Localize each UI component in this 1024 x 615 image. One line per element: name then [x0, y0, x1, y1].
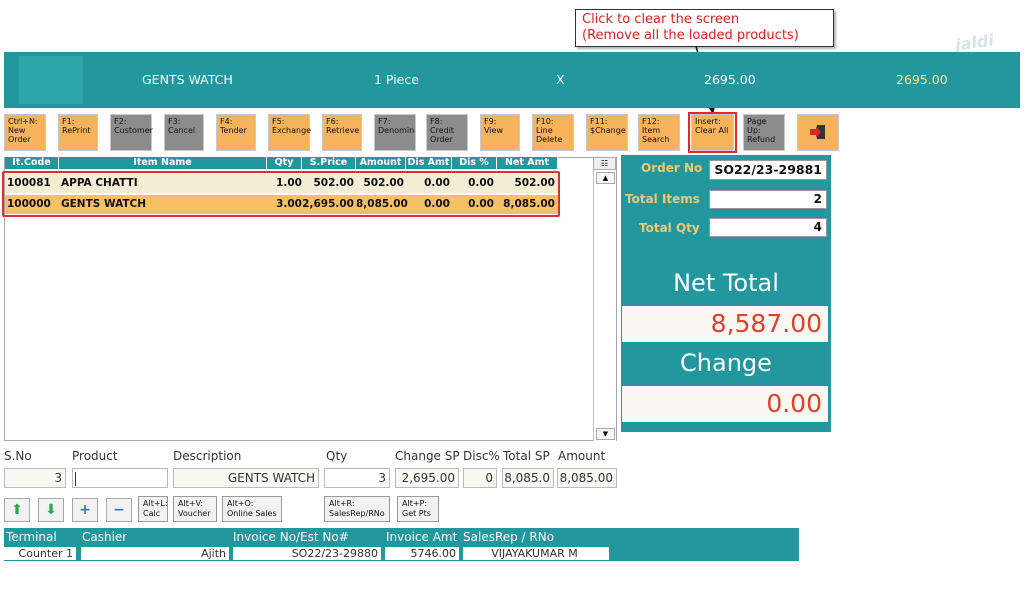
current-item-qty: 1 Piece: [374, 72, 419, 87]
terminal-value: Counter 1: [4, 547, 76, 560]
col-header-net-amt[interactable]: Net Amt: [497, 157, 558, 169]
total-items-value: 2: [709, 190, 827, 209]
disc-input[interactable]: 0: [463, 468, 497, 488]
current-item-bar: GENTS WATCH 1 Piece X 2695.00 2695.00: [4, 52, 1020, 108]
current-item-price: 2695.00: [704, 72, 756, 87]
customer-button[interactable]: F2: Customer: [110, 114, 153, 151]
grid-scrollbar[interactable]: ▲ ▼: [593, 170, 616, 441]
qty-label: Qty: [326, 449, 348, 463]
exit-button[interactable]: [797, 114, 839, 151]
total-qty-label: Total Qty: [639, 221, 700, 235]
change-button[interactable]: F11: $Change: [586, 114, 628, 151]
invoice-amt-value: 5746.00: [385, 547, 459, 560]
minus-icon[interactable]: −: [106, 498, 132, 522]
credit-order-button[interactable]: F8: Credit Order: [426, 114, 468, 151]
order-summary-panel: Order No SO22/23-29881 Total Items 2 Tot…: [621, 155, 831, 432]
callout-line-1: Click to clear the screen: [582, 12, 740, 27]
change-value: 0.00: [622, 386, 828, 422]
retrieve-button[interactable]: F6: Retrieve: [322, 114, 362, 151]
watermark-logo: jaldi: [953, 30, 995, 55]
order-no-label: Order No: [641, 161, 703, 175]
denomination-button[interactable]: F7: Denomina: [374, 114, 416, 151]
get-points-button[interactable]: Alt+P: Get Pts: [397, 496, 439, 522]
new-order-button[interactable]: Ctrl+N: New Order: [4, 114, 46, 151]
net-total-value: 8,587.00: [622, 306, 828, 342]
col-header-sprice[interactable]: S.Price: [302, 157, 356, 169]
line-delete-button[interactable]: F10: Line Delete: [532, 114, 574, 151]
amount-field[interactable]: 8,085.00: [557, 468, 617, 488]
move-up-icon[interactable]: ⬆: [4, 498, 30, 522]
multiply-sign: X: [556, 72, 565, 87]
total-sp-label: Total SP: [503, 449, 550, 463]
sno-field[interactable]: 3: [4, 468, 66, 488]
col-header-dis-pct[interactable]: Dis %: [452, 157, 497, 169]
disc-label: Disc%: [463, 449, 500, 463]
reprint-button[interactable]: F1: RePrint: [58, 114, 98, 151]
scroll-down-icon[interactable]: ▼: [596, 428, 615, 440]
product-image: [19, 56, 83, 104]
invoice-no-value: SO22/23-29880: [233, 547, 381, 560]
total-sp-field[interactable]: 8,085.0: [502, 468, 554, 488]
grid-header: It.Code Item Name Qty S.Price Amount Dis…: [5, 157, 558, 169]
col-header-dis-amt[interactable]: Dis Amt: [406, 157, 452, 169]
col-header-qty[interactable]: Qty: [267, 157, 302, 169]
view-button[interactable]: F9: View: [480, 114, 520, 151]
status-bar: Terminal Cashier Invoice No/Est No# Invo…: [4, 528, 799, 561]
exchange-button[interactable]: F5: Exchange: [268, 114, 311, 151]
calc-button[interactable]: Alt+L: Calc: [138, 496, 168, 522]
scroll-up-icon[interactable]: ▲: [596, 172, 615, 184]
description-label: Description: [173, 449, 242, 463]
item-search-button[interactable]: F12: Item Search: [638, 114, 680, 151]
change-sp-input[interactable]: 2,695.00: [395, 468, 459, 488]
change-label: Change: [680, 349, 772, 377]
col-header-amount[interactable]: Amount: [356, 157, 406, 169]
current-item-total: 2695.00: [896, 72, 948, 87]
invoice-amt-label: Invoice Amt: [386, 530, 458, 544]
qty-input[interactable]: 3: [324, 468, 390, 488]
terminal-label: Terminal: [6, 530, 57, 544]
grid-settings-icon[interactable]: ☷: [593, 157, 616, 170]
product-input[interactable]: [72, 468, 168, 488]
online-sales-button[interactable]: Alt+O: Online Sales: [222, 496, 282, 522]
total-items-label: Total Items: [625, 192, 700, 206]
current-item-name: GENTS WATCH: [142, 72, 233, 87]
total-qty-value: 4: [709, 218, 827, 237]
add-icon[interactable]: +: [72, 498, 98, 522]
cashier-label: Cashier: [82, 530, 128, 544]
salesrep-label: SalesRep / RNo: [463, 530, 555, 544]
clear-all-highlight: [688, 112, 737, 153]
col-header-item-name[interactable]: Item Name: [59, 157, 267, 169]
move-down-icon[interactable]: ⬇: [38, 498, 64, 522]
voucher-button[interactable]: Alt+V: Voucher: [173, 496, 217, 522]
loaded-products-highlight: [2, 171, 560, 217]
cancel-button[interactable]: F3: Cancel: [164, 114, 204, 151]
order-no-value: SO22/23-29881: [709, 160, 827, 180]
refund-button[interactable]: Page Up: Refund: [743, 114, 785, 151]
product-label: Product: [72, 449, 118, 463]
sno-label: S.No: [4, 449, 32, 463]
amount-label: Amount: [558, 449, 606, 463]
salesrep-value: VIJAYAKUMAR M: [463, 547, 609, 560]
exit-icon: [810, 125, 825, 139]
salesrep-button[interactable]: Alt+R: SalesRep/RNo: [324, 496, 390, 522]
invoice-no-label: Invoice No/Est No#: [233, 530, 349, 544]
tender-button[interactable]: F4: Tender: [216, 114, 256, 151]
col-header-code[interactable]: It.Code: [5, 157, 59, 169]
cashier-value: Ajith: [81, 547, 229, 560]
callout-line-2: (Remove all the loaded products): [582, 28, 799, 43]
tooltip-callout: Click to clear the screen (Remove all th…: [575, 9, 834, 47]
net-total-label: Net Total: [673, 269, 779, 297]
change-sp-label: Change SP: [395, 449, 460, 463]
description-field[interactable]: GENTS WATCH: [173, 468, 319, 488]
